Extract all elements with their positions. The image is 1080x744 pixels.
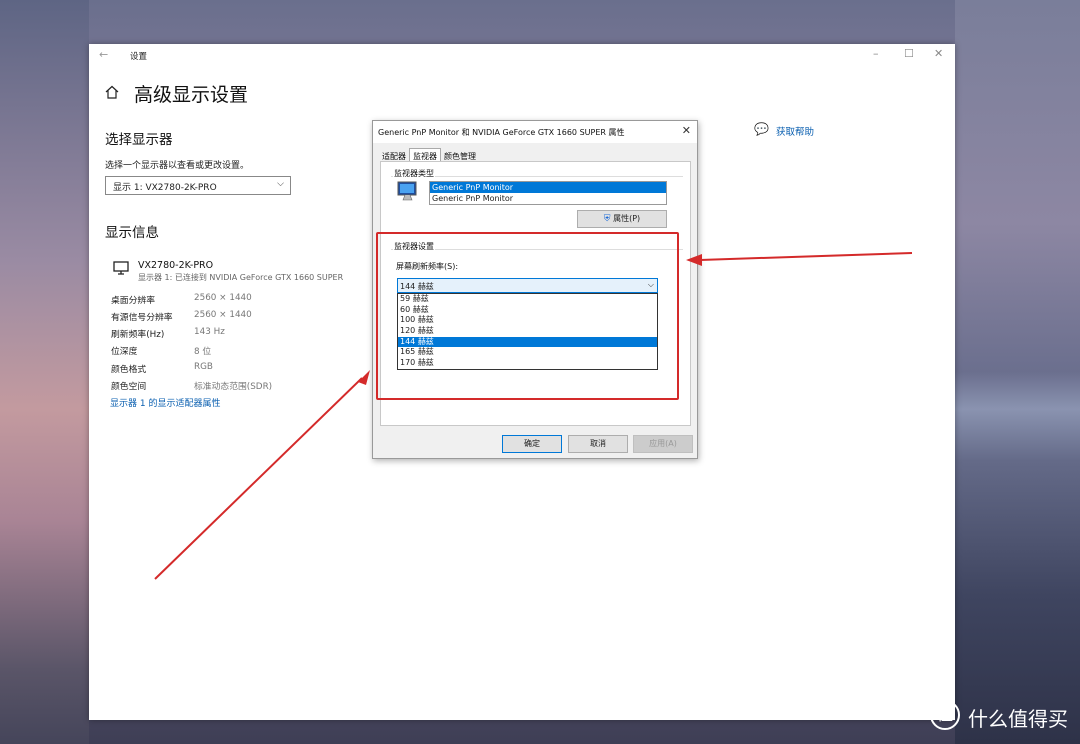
adapter-properties-link[interactable]: 显示器 1 的显示适配器属性 xyxy=(110,396,220,409)
ok-button[interactable]: 确定 xyxy=(502,435,562,453)
dialog-close-icon[interactable]: ✕ xyxy=(682,124,691,137)
watermark: 值 什么值得买 xyxy=(930,700,1068,732)
monitor-type-icon xyxy=(397,181,417,201)
info-value: 143 Hz xyxy=(194,327,225,337)
wallpaper-left xyxy=(0,0,89,744)
info-label: 颜色格式 xyxy=(111,365,147,375)
info-label: 位深度 xyxy=(111,347,138,357)
info-value: 2560 × 1440 xyxy=(194,293,252,303)
info-value: RGB xyxy=(194,362,213,372)
watermark-text: 什么值得买 xyxy=(968,707,1068,731)
monitor-connection: 显示器 1: 已连接到 NVIDIA GeForce GTX 1660 SUPE… xyxy=(138,273,344,282)
get-help-label: 获取帮助 xyxy=(776,127,815,138)
monitor-icon xyxy=(113,261,129,275)
window-title: 设置 xyxy=(130,52,148,62)
properties-button-label: 属性(P) xyxy=(613,214,641,223)
annotation-highlight-box xyxy=(376,232,679,400)
maximize-icon[interactable]: ☐ xyxy=(904,47,914,60)
info-label: 桌面分辨率 xyxy=(111,296,155,306)
display-select[interactable]: 显示 1: VX2780-2K-PRO ⌵ xyxy=(105,176,291,195)
chevron-down-icon: ⌵ xyxy=(277,179,284,189)
home-icon[interactable] xyxy=(105,85,119,99)
monitor-name: VX2780-2K-PRO xyxy=(138,260,214,271)
info-value: 标准动态范围(SDR) xyxy=(194,382,273,392)
info-value: 8 位 xyxy=(194,347,212,357)
info-value: 2560 × 1440 xyxy=(194,310,252,320)
apply-button[interactable]: 应用(A) xyxy=(633,435,693,453)
page-title: 高级显示设置 xyxy=(134,84,249,106)
info-label: 刷新频率(Hz) xyxy=(111,330,165,340)
display-select-value: 显示 1: VX2780-2K-PRO xyxy=(113,183,217,193)
list-item[interactable]: Generic PnP Monitor xyxy=(430,193,666,204)
close-icon[interactable]: ✕ xyxy=(934,47,943,60)
back-arrow-icon[interactable]: ← xyxy=(99,48,108,61)
get-help-link[interactable]: 💬 获取帮助 xyxy=(754,122,815,138)
wallpaper-right xyxy=(955,0,1080,744)
watermark-logo-icon: 值 xyxy=(930,700,960,730)
select-display-heading: 选择显示器 xyxy=(105,132,173,148)
cancel-button[interactable]: 取消 xyxy=(568,435,628,453)
list-item[interactable]: Generic PnP Monitor xyxy=(430,182,666,193)
help-chat-icon: 💬 xyxy=(754,122,769,136)
monitor-type-label: 监视器类型 xyxy=(393,168,435,179)
info-label: 有源信号分辨率 xyxy=(111,313,173,323)
shield-icon: ⛨ xyxy=(603,214,611,224)
properties-button[interactable]: ⛨ 属性(P) xyxy=(577,210,667,228)
minimize-icon[interactable]: – xyxy=(873,47,879,60)
monitor-type-list[interactable]: Generic PnP Monitor Generic PnP Monitor xyxy=(429,181,667,205)
display-info-heading: 显示信息 xyxy=(105,225,159,241)
dialog-title-bar: Generic PnP Monitor 和 NVIDIA GeForce GTX… xyxy=(373,121,697,143)
dialog-title: Generic PnP Monitor 和 NVIDIA GeForce GTX… xyxy=(378,128,625,137)
info-label: 颜色空间 xyxy=(111,382,147,392)
title-bar: ← 设置 – ☐ ✕ xyxy=(89,44,955,66)
select-display-description: 选择一个显示器以查看或更改设置。 xyxy=(105,161,250,171)
